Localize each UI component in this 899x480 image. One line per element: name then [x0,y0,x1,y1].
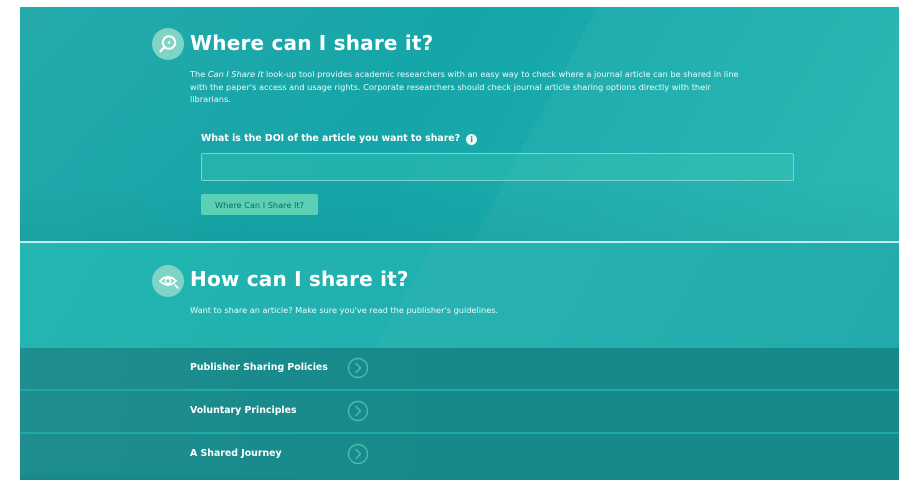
row-facet [20,434,899,475]
share-section: Where can I share it? The Can I Share It… [20,7,899,241]
link-a-shared-journey[interactable]: A Shared Journey [20,434,899,480]
link-voluntary-principles[interactable]: Voluntary Principles [20,391,899,432]
link-label: Publisher Sharing Policies [190,362,328,373]
row-facet [20,348,899,389]
share-section-intro: The Can I Share It look-up tool provides… [190,68,750,106]
doi-label: What is the DOI of the article you want … [201,133,478,145]
link-label: A Shared Journey [190,448,282,459]
doi-input[interactable] [201,153,794,181]
share-section-title: Where can I share it? [190,31,434,55]
chevron-right-circle-icon[interactable] [347,443,369,465]
intro-text-prefix: The [190,69,208,79]
intro-text-suffix: look-up tool provides academic researche… [190,69,739,104]
magnifier-icon [152,28,184,60]
chevron-right-circle-icon[interactable] [347,400,369,422]
link-label: Voluntary Principles [190,405,297,416]
doi-label-text: What is the DOI of the article you want … [201,133,461,144]
link-publisher-sharing-policies[interactable]: Publisher Sharing Policies [20,348,899,389]
intro-tool-name: Can I Share It [207,69,264,79]
where-can-i-share-it-button[interactable]: Where Can I Share It? [201,194,318,215]
how-section-intro: Want to share an article? Make sure you'… [190,305,499,315]
how-section: How can I share it? Want to share an art… [20,243,899,349]
bg-facet [20,181,899,241]
chevron-right-circle-icon[interactable] [347,357,369,379]
page-frame: Where can I share it? The Can I Share It… [20,7,899,480]
how-section-title: How can I share it? [190,267,409,291]
bg-facet [342,243,899,349]
row-facet [20,391,899,432]
eye-icon [152,265,184,297]
info-icon[interactable]: i [466,134,478,145]
sharing-links-list: Publisher Sharing Policies Voluntary Pri… [20,348,899,480]
